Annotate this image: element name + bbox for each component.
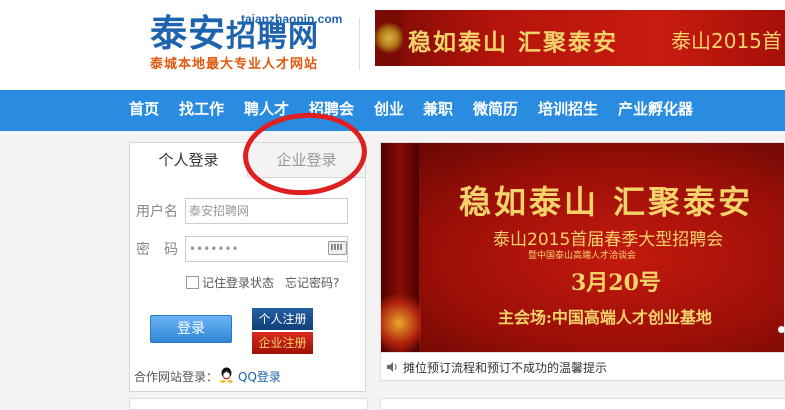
lower-left-panel (129, 398, 368, 410)
lower-right-panel (380, 398, 785, 410)
site-header: 泰安招聘网 taianzhaopin.com 泰城本地最大专业人才网站 稳如泰山… (0, 0, 785, 90)
tab-company-login[interactable]: 企业登录 (248, 143, 365, 178)
qq-login-link[interactable]: QQ登录 (238, 368, 281, 385)
speaker-icon (387, 362, 397, 372)
banner-lantern (381, 293, 421, 352)
nav-item-hire[interactable]: 聘人才 (244, 90, 289, 129)
logo-domain: taianzhaopin.com (241, 12, 343, 26)
login-button[interactable]: 登录 (150, 315, 232, 343)
nav-item-home[interactable]: 首页 (129, 90, 159, 129)
login-panel: 个人登录 企业登录 用户名 泰安招聘网 密 码 ••••••• 记住登录状态 忘… (129, 142, 366, 392)
tab-personal-login[interactable]: 个人登录 (130, 143, 248, 177)
register-company-button[interactable]: 企业注册 (252, 332, 313, 354)
banner-subtitle: 泰山2015首届春季大型招聘会 (493, 230, 724, 250)
logo-slogan: 泰城本地最大专业人才网站 (150, 57, 319, 72)
nav-item-startup[interactable]: 创业 (374, 90, 404, 129)
top-banner-ad[interactable]: 稳如泰山 汇聚泰安 泰山2015首 (375, 10, 785, 66)
register-personal-button[interactable]: 个人注册 (252, 308, 313, 330)
remember-login-checkbox[interactable] (186, 276, 199, 289)
nav-item-part-time[interactable]: 兼职 (423, 90, 453, 129)
top-banner-text-2: 泰山2015首 (671, 29, 782, 53)
keyboard-icon[interactable] (328, 241, 347, 255)
forgot-password-link[interactable]: 忘记密码? (285, 274, 339, 291)
banner-title: 稳如泰山 汇聚泰安 (459, 183, 754, 221)
header-divider (359, 18, 360, 70)
username-input[interactable]: 泰安招聘网 (185, 198, 348, 224)
main-nav: 首页 找工作 聘人才 招聘会 创业 兼职 微简历 培训招生 产业孵化器 (0, 90, 785, 131)
qq-penguin-icon[interactable] (219, 367, 234, 383)
username-label: 用户名 (136, 204, 178, 220)
partner-login-label: 合作网站登录： (134, 370, 219, 384)
nav-item-micro-resume[interactable]: 微简历 (473, 90, 518, 129)
password-input[interactable]: ••••••• (185, 236, 348, 262)
main-banner-ad[interactable]: 稳如泰山 汇聚泰安 泰山2015首届春季大型招聘会 暨中国泰山高端人才洽谈会 3… (380, 142, 785, 353)
logo-text-main: 泰安 (150, 12, 226, 55)
banner-date: 3月20号 (571, 270, 661, 296)
slide-indicator-dot[interactable] (778, 326, 784, 333)
top-banner-text: 稳如泰山 汇聚泰安 (408, 30, 619, 56)
banner-ornament (375, 10, 403, 66)
banner-venue: 主会场:中国高端人才创业基地 (498, 308, 712, 327)
nav-item-incubator[interactable]: 产业孵化器 (618, 90, 693, 129)
password-label: 密 码 (136, 242, 178, 258)
notice-bar: 摊位预订流程和预订不成功的温馨提示 (380, 353, 785, 381)
banner-subtitle-2: 暨中国泰山高端人才洽谈会 (528, 251, 637, 261)
nav-item-find-job[interactable]: 找工作 (179, 90, 224, 129)
nav-item-training[interactable]: 培训招生 (538, 90, 598, 129)
remember-login-label: 记住登录状态 (202, 276, 275, 290)
nav-item-job-fair[interactable]: 招聘会 (309, 90, 354, 129)
notice-link[interactable]: 摊位预订流程和预订不成功的温馨提示 (403, 359, 607, 376)
